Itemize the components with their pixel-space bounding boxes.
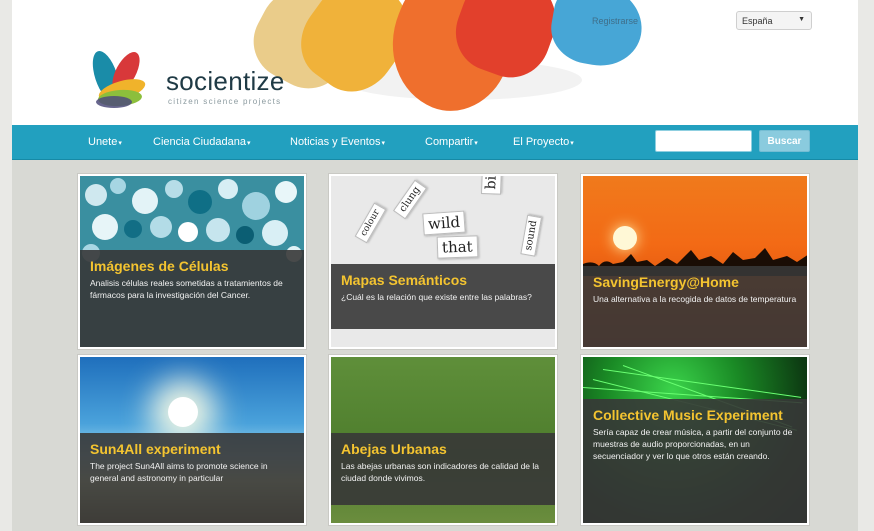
card-title[interactable]: Imágenes de Células	[90, 258, 294, 274]
card-title[interactable]: Abejas Urbanas	[341, 441, 545, 457]
caret-down-icon: ▾	[570, 140, 574, 147]
nav-item-el-proyecto[interactable]: El Proyecto▾	[513, 136, 574, 148]
register-link[interactable]: Registrarse	[592, 16, 638, 26]
project-card-savingenergy[interactable]: SavingEnergy@Home Una alternativa a la r…	[580, 173, 810, 350]
nav-item-ciencia-ciudadana[interactable]: Ciencia Ciudadana▾	[153, 136, 250, 148]
card-caption: Sun4All experiment The project Sun4All a…	[80, 433, 304, 523]
card-caption: Abejas Urbanas Las abejas urbanas son in…	[331, 433, 555, 505]
card-description: Las abejas urbanas son indicadores de ca…	[341, 461, 539, 483]
project-card-imagenes-celulas[interactable]: Imágenes de Células Analisis células rea…	[77, 173, 307, 350]
left-frame	[0, 0, 12, 531]
nav-item-unete[interactable]: Unete▾	[88, 136, 122, 148]
dropdown-arrow-icon: ▼	[798, 16, 805, 23]
caret-down-icon: ▾	[381, 140, 385, 147]
site-tagline: citizen science projects	[168, 97, 282, 106]
paint-splash-image	[545, 0, 649, 73]
card-description: The project Sun4All aims to promote scie…	[90, 461, 268, 483]
socientize-logo[interactable]	[84, 48, 152, 110]
language-select[interactable]: España ▼	[736, 11, 812, 30]
site-logo-text[interactable]: socientize	[166, 66, 285, 97]
caret-down-icon: ▾	[118, 140, 122, 147]
site-header: socientize citizen science projects Regi…	[12, 0, 858, 125]
project-card-collective-music[interactable]: Collective Music Experiment Sería capaz …	[580, 354, 810, 526]
search-button[interactable]: Buscar	[759, 130, 810, 152]
language-selected: España	[742, 16, 773, 26]
card-description: Una alternativa a la recogida de datos d…	[593, 294, 797, 304]
project-card-sun4all[interactable]: Sun4All experiment The project Sun4All a…	[77, 354, 307, 526]
nav-item-noticias-eventos[interactable]: Noticias y Eventos▾	[290, 136, 385, 148]
card-title[interactable]: SavingEnergy@Home	[593, 274, 797, 290]
card-caption: Collective Music Experiment Sería capaz …	[583, 399, 807, 523]
card-caption: Mapas Semánticos ¿Cuál es la relación qu…	[331, 264, 555, 329]
card-description: Analisis células reales sometidas a trat…	[90, 278, 283, 300]
project-card-mapas-semanticos[interactable]: wild that birthday clung colour sound Ma…	[328, 173, 558, 350]
card-description: Sería capaz de crear música, a partir de…	[593, 427, 793, 461]
card-description: ¿Cuál es la relación que existe entre la…	[341, 292, 532, 302]
caret-down-icon: ▾	[246, 140, 251, 147]
card-caption: SavingEnergy@Home Una alternativa a la r…	[583, 266, 807, 347]
nav-item-compartir[interactable]: Compartir▾	[425, 136, 478, 148]
card-title[interactable]: Sun4All experiment	[90, 441, 294, 457]
card-caption: Imágenes de Células Analisis células rea…	[80, 250, 304, 347]
card-title[interactable]: Mapas Semánticos	[341, 272, 545, 288]
right-frame	[858, 0, 874, 531]
caret-down-icon: ▾	[474, 140, 478, 147]
project-card-abejas-urbanas[interactable]: Abejas Urbanas Las abejas urbanas son in…	[328, 354, 558, 526]
main-navbar: Unete▾ Ciencia Ciudadana▾ Noticias y Eve…	[12, 125, 858, 160]
search-input[interactable]	[655, 130, 752, 152]
card-title[interactable]: Collective Music Experiment	[593, 407, 797, 423]
